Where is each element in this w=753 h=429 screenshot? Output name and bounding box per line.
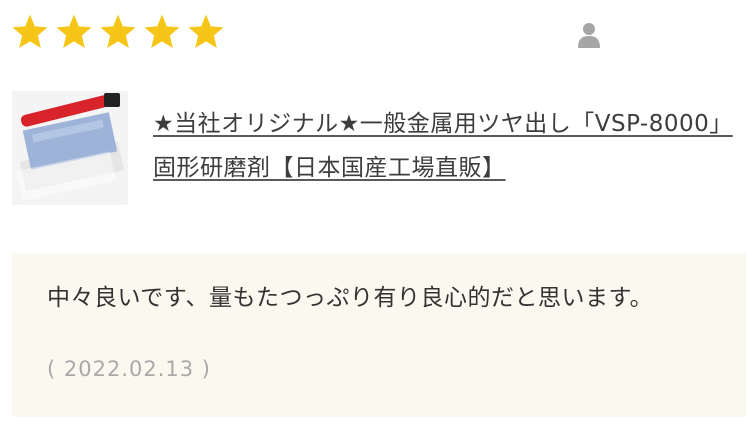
star-icon — [188, 14, 224, 48]
star-icon — [12, 14, 48, 48]
product-title-link[interactable]: ★当社オリジナル★一般金属用ツヤ出し「VSP-8000」固形研磨剤【日本国産工場… — [153, 102, 743, 190]
review-date: ( 2022.02.13 ) — [47, 357, 211, 381]
review-box: 中々良いです、量もたつっぷり有り良心的だと思います。 ( 2022.02.13 … — [12, 253, 746, 417]
star-icon — [144, 14, 180, 48]
user-icon — [578, 23, 600, 48]
review-text: 中々良いです、量もたつっぷり有り良心的だと思います。 — [47, 285, 654, 311]
star-rating — [10, 12, 226, 52]
star-icon — [56, 14, 92, 48]
product-photo — [12, 91, 128, 205]
product-thumbnail[interactable] — [12, 91, 128, 205]
star-icon — [100, 14, 136, 48]
